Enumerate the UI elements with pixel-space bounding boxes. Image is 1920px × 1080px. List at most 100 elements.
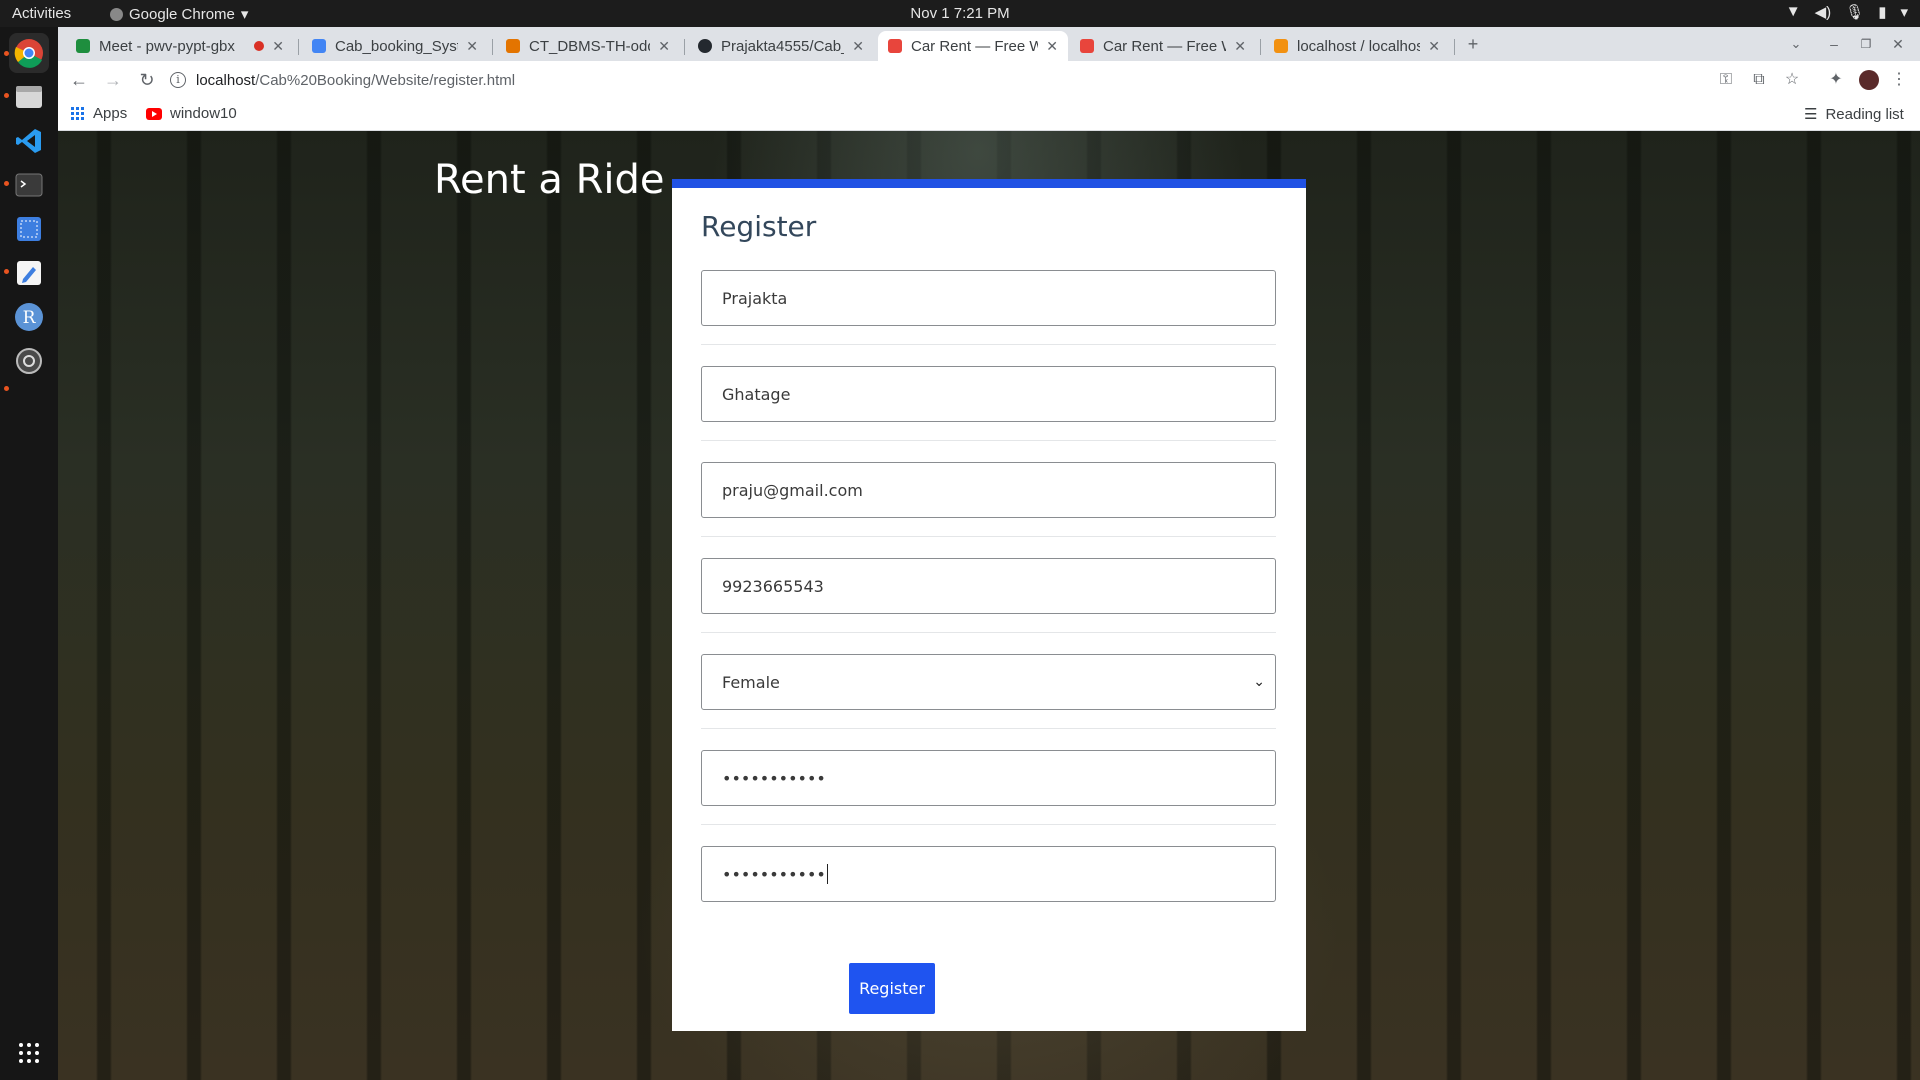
gender-select[interactable]: Female ⌄ — [701, 654, 1276, 710]
minimize-icon[interactable]: – — [1823, 33, 1845, 55]
new-tab-icon[interactable]: + — [1462, 33, 1484, 55]
tab-docs[interactable]: Cab_booking_System - G ✕ — [302, 31, 488, 61]
tab-github[interactable]: Prajakta4555/Cab_Booki ✕ — [688, 31, 874, 61]
phone-value: 9923665543 — [722, 576, 824, 596]
bookmark-label: Apps — [93, 105, 128, 122]
volume-icon: ◀) — [1814, 4, 1832, 21]
close-icon[interactable]: ✕ — [852, 38, 864, 55]
tab-meet[interactable]: Meet - pwv-pypt-gbx ✕ — [66, 31, 294, 61]
close-icon[interactable]: ✕ — [1428, 38, 1440, 55]
reading-list[interactable]: ☰ Reading list — [1804, 105, 1904, 124]
phpmyadmin-favicon — [1274, 39, 1288, 53]
url-host: localhost — [196, 71, 256, 89]
reload-icon[interactable]: ↻ — [136, 69, 158, 91]
docs-favicon — [312, 39, 326, 53]
first-name-field[interactable]: Prajakta — [701, 270, 1276, 326]
r-studio-icon[interactable]: R — [9, 297, 49, 337]
password-value: ••••••••••• — [722, 768, 826, 788]
translate-icon[interactable]: ⧉ — [1748, 69, 1770, 91]
website-favicon — [888, 39, 902, 53]
terminal-icon[interactable] — [9, 165, 49, 205]
first-name-value: Prajakta — [722, 288, 788, 308]
bookmark-window10[interactable]: window10 — [146, 105, 237, 122]
form-title: Register — [701, 210, 817, 243]
chevron-down-icon: ⌄ — [1253, 674, 1265, 690]
site-brand[interactable]: Rent a Ride — [434, 157, 665, 203]
app-menu[interactable]: Google Chrome ▾ — [110, 5, 248, 23]
chevron-down-icon: ▾ — [1900, 4, 1908, 21]
chrome-icon[interactable] — [9, 33, 49, 73]
address-bar[interactable]: i localhost/Cab%20Booking/Website/regist… — [170, 65, 1760, 95]
restore-icon[interactable]: ❐ — [1855, 33, 1877, 55]
page-viewport: Rent a Ride Register Prajakta Ghatage pr… — [58, 131, 1920, 1080]
tab-title: Car Rent — Free Website — [911, 37, 1039, 55]
bookmark-apps[interactable]: Apps — [71, 105, 127, 122]
system-top-bar: Activities Google Chrome ▾ Nov 1 7:21 PM… — [0, 0, 1920, 27]
reading-list-icon: ☰ — [1804, 106, 1818, 123]
settings-icon[interactable] — [9, 341, 49, 381]
divider — [701, 632, 1276, 633]
last-name-value: Ghatage — [722, 384, 791, 404]
tab-phpmyadmin[interactable]: localhost / localhost / Ca ✕ — [1264, 31, 1450, 61]
divider — [701, 824, 1276, 825]
window-close-icon[interactable]: ✕ — [1887, 33, 1909, 55]
password-field[interactable]: ••••••••••• — [701, 750, 1276, 806]
recording-icon — [254, 41, 265, 51]
close-icon[interactable]: ✕ — [1046, 38, 1058, 55]
chevron-down-icon: ▾ — [240, 6, 249, 23]
activities-button[interactable]: Activities — [12, 5, 71, 22]
moodle-favicon — [506, 39, 520, 53]
extensions-icon[interactable]: ✦ — [1825, 69, 1847, 91]
register-button[interactable]: Register — [849, 963, 935, 1014]
tab-car-rent-active[interactable]: Car Rent — Free Website ✕ — [878, 31, 1068, 61]
tab-car-rent[interactable]: Car Rent — Free Website ✕ — [1070, 31, 1256, 61]
avatar[interactable] — [1858, 69, 1880, 91]
url-path: /Cab%20Booking/Website/register.html — [255, 71, 516, 89]
system-tray[interactable]: ▼ ◀) 🎙 ▮ ▾ — [1786, 3, 1908, 21]
tab-search-icon[interactable]: ⌄ — [1785, 33, 1807, 55]
tab-moodle[interactable]: CT_DBMS-TH-odd-sem-2 ✕ — [496, 31, 680, 61]
browser-toolbar: ← → ↻ i localhost/Cab%20Booking/Website/… — [58, 61, 1920, 99]
website-favicon — [1080, 39, 1094, 53]
meet-favicon — [76, 39, 90, 53]
last-name-field[interactable]: Ghatage — [701, 366, 1276, 422]
reading-list-label: Reading list — [1825, 105, 1904, 123]
clock[interactable]: Nov 1 7:21 PM — [910, 5, 1009, 22]
more-menu-icon[interactable]: ⋮ — [1888, 69, 1910, 91]
tab-title: Cab_booking_System - G — [335, 37, 458, 55]
vscode-icon[interactable] — [9, 121, 49, 161]
phone-field[interactable]: 9923665543 — [701, 558, 1276, 614]
text-editor-icon[interactable] — [9, 253, 49, 293]
github-favicon — [698, 39, 712, 53]
tab-strip: Meet - pwv-pypt-gbx ✕ Cab_booking_System… — [58, 27, 1920, 61]
bookmark-star-icon[interactable]: ☆ — [1781, 69, 1803, 91]
app-menu-label: Google Chrome — [129, 5, 235, 23]
tab-title: Car Rent — Free Website — [1103, 37, 1226, 55]
confirm-password-field[interactable]: ••••••••••• — [701, 846, 1276, 902]
divider — [701, 536, 1276, 537]
chrome-app-icon — [110, 7, 123, 21]
key-icon[interactable]: ⚿ — [1715, 69, 1737, 91]
files-icon[interactable] — [9, 77, 49, 117]
screenshot-icon[interactable] — [9, 209, 49, 249]
close-icon[interactable]: ✕ — [466, 38, 478, 55]
site-info-icon[interactable]: i — [170, 72, 186, 88]
close-icon[interactable]: ✕ — [272, 38, 284, 55]
forward-icon[interactable]: → — [102, 69, 124, 91]
show-applications-icon[interactable] — [9, 1033, 49, 1073]
battery-icon: ▮ — [1878, 4, 1887, 21]
back-icon[interactable]: ← — [68, 69, 90, 91]
microphone-icon: 🎙 — [1845, 4, 1865, 21]
dock: R — [0, 27, 58, 1080]
wifi-icon: ▼ — [1785, 3, 1801, 20]
tab-title: CT_DBMS-TH-odd-sem-2 — [529, 37, 650, 55]
close-icon[interactable]: ✕ — [1234, 38, 1246, 55]
register-form: Register Prajakta Ghatage praju@gmail.co… — [672, 179, 1306, 1031]
divider — [701, 728, 1276, 729]
divider — [701, 440, 1276, 441]
close-icon[interactable]: ✕ — [658, 38, 670, 55]
tab-title: Prajakta4555/Cab_Booki — [721, 37, 844, 55]
email-field[interactable]: praju@gmail.com — [701, 462, 1276, 518]
confirm-password-value: ••••••••••• — [722, 864, 826, 884]
tab-title: localhost / localhost / Ca — [1297, 37, 1421, 55]
